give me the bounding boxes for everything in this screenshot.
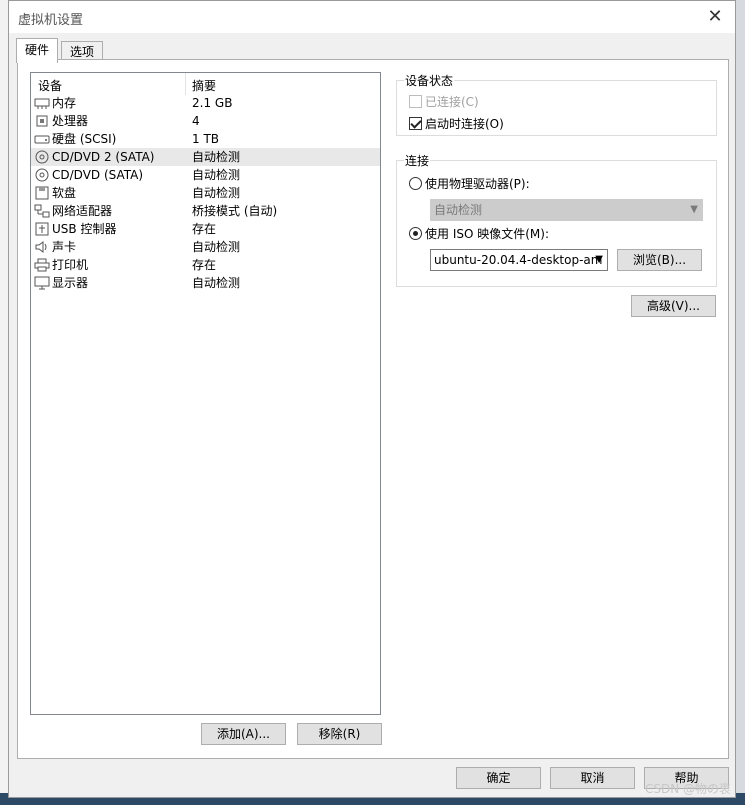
- device-row[interactable]: 网络适配器 桥接模式 (自动): [31, 202, 380, 220]
- physical-drive-select: 自动检测 ▼: [430, 199, 703, 221]
- add-button[interactable]: 添加(A)...: [201, 723, 286, 745]
- physical-drive-value: 自动检测: [434, 203, 483, 217]
- device-summary: 自动检测: [192, 168, 241, 182]
- iso-image-radio[interactable]: [409, 227, 422, 240]
- device-list[interactable]: 设备 摘要 内存 2.1 GB 处理器 4 硬盘 (SCSI) 1 TB CD/DVD 2 …: [30, 72, 381, 715]
- cd-dvd-icon: [34, 168, 50, 182]
- device-name: 网络适配器: [52, 204, 113, 218]
- device-name: 内存: [52, 96, 77, 110]
- device-name: CD/DVD (SATA): [52, 168, 144, 182]
- connect-at-power-on-row[interactable]: 启动时连接(O): [409, 115, 504, 133]
- connect-at-power-on-label: 启动时连接(O): [425, 117, 504, 131]
- column-divider[interactable]: [185, 73, 186, 95]
- physical-drive-label: 使用物理驱动器(P):: [425, 177, 530, 191]
- connected-label: 已连接(C): [425, 95, 479, 109]
- device-row[interactable]: 内存 2.1 GB: [31, 94, 380, 112]
- connected-checkbox-row[interactable]: 已连接(C): [409, 93, 479, 111]
- usb-icon: [34, 222, 50, 236]
- connect-at-power-on-checkbox[interactable]: [409, 117, 422, 130]
- hardware-panel: 设备 摘要 内存 2.1 GB 处理器 4 硬盘 (SCSI) 1 TB CD/DVD 2 …: [17, 59, 729, 759]
- device-row[interactable]: 声卡 自动检测: [31, 238, 380, 256]
- device-summary: 自动检测: [192, 240, 241, 254]
- device-name: CD/DVD 2 (SATA): [52, 150, 155, 164]
- device-row[interactable]: USB 控制器 存在: [31, 220, 380, 238]
- device-row[interactable]: CD/DVD (SATA) 自动检测: [31, 166, 380, 184]
- device-summary: 1 TB: [192, 132, 220, 146]
- chevron-down-icon: ▼: [690, 204, 698, 215]
- connected-checkbox[interactable]: [409, 95, 422, 108]
- device-row[interactable]: 显示器 自动检测: [31, 274, 380, 292]
- device-summary: 自动检测: [192, 276, 241, 290]
- device-row[interactable]: CD/DVD 2 (SATA) 自动检测: [31, 148, 380, 166]
- device-name: 打印机: [52, 258, 89, 272]
- device-name: 声卡: [52, 240, 77, 254]
- device-rows: 内存 2.1 GB 处理器 4 硬盘 (SCSI) 1 TB CD/DVD 2 (SATA)…: [31, 94, 380, 292]
- browse-button[interactable]: 浏览(B)...: [617, 249, 702, 271]
- device-row[interactable]: 硬盘 (SCSI) 1 TB: [31, 130, 380, 148]
- printer-icon: [34, 258, 50, 272]
- iso-path-select[interactable]: ubuntu-20.04.4-desktop-am ▼: [430, 249, 608, 271]
- window-title: 虚拟机设置: [18, 13, 84, 28]
- network-adapter-icon: [34, 204, 50, 218]
- cancel-button[interactable]: 取消: [550, 767, 635, 789]
- floppy-icon: [34, 186, 50, 200]
- device-name: 软盘: [52, 186, 77, 200]
- close-icon[interactable]: ✕: [701, 5, 729, 29]
- iso-image-row[interactable]: 使用 ISO 映像文件(M):: [409, 225, 549, 243]
- device-name: 处理器: [52, 114, 89, 128]
- sound-card-icon: [34, 240, 50, 254]
- advanced-button[interactable]: 高级(V)...: [631, 295, 716, 317]
- device-status-title: 设备状态: [404, 72, 455, 89]
- title-bar: 虚拟机设置 ✕: [9, 1, 735, 33]
- list-header: 设备 摘要: [31, 73, 380, 95]
- device-summary: 存在: [192, 222, 217, 236]
- hard-disk-icon: [34, 132, 50, 146]
- tab-options[interactable]: 选项: [61, 41, 104, 61]
- device-summary: 存在: [192, 258, 217, 272]
- physical-drive-row[interactable]: 使用物理驱动器(P):: [409, 175, 530, 193]
- device-summary: 自动检测: [192, 186, 241, 200]
- connection-group: 连接 使用物理驱动器(P): 自动检测 ▼ 使用 ISO 映像文件(M): ub…: [396, 152, 717, 287]
- device-summary: 自动检测: [192, 150, 241, 164]
- connection-title: 连接: [404, 152, 431, 169]
- device-summary: 桥接模式 (自动): [192, 204, 278, 218]
- iso-path-value: ubuntu-20.04.4-desktop-am: [434, 253, 603, 267]
- tab-hardware[interactable]: 硬件: [16, 38, 59, 63]
- column-header-device[interactable]: 设备: [38, 77, 62, 94]
- vm-settings-dialog: 虚拟机设置 ✕ 硬件 选项 设备 摘要 内存 2.1 GB 处理器 4 硬盘 (SCSI…: [8, 0, 736, 798]
- device-row[interactable]: 打印机 存在: [31, 256, 380, 274]
- ok-button[interactable]: 确定: [456, 767, 541, 789]
- device-status-group: 设备状态 已连接(C) 启动时连接(O): [396, 72, 717, 136]
- device-name: 显示器: [52, 276, 89, 290]
- display-icon: [34, 276, 50, 290]
- memory-icon: [34, 96, 50, 110]
- remove-button[interactable]: 移除(R): [297, 723, 382, 745]
- device-summary: 4: [192, 114, 200, 128]
- iso-image-label: 使用 ISO 映像文件(M):: [425, 227, 549, 241]
- chevron-down-icon[interactable]: ▼: [595, 250, 603, 270]
- device-summary: 2.1 GB: [192, 96, 233, 110]
- physical-drive-radio[interactable]: [409, 177, 422, 190]
- device-name: USB 控制器: [52, 222, 117, 236]
- watermark: CSDN @物の衷: [644, 782, 731, 796]
- processor-icon: [34, 114, 50, 128]
- device-name: 硬盘 (SCSI): [52, 132, 117, 146]
- cd-dvd-icon: [34, 150, 50, 164]
- column-header-summary[interactable]: 摘要: [192, 77, 216, 94]
- device-row[interactable]: 软盘 自动检测: [31, 184, 380, 202]
- device-row[interactable]: 处理器 4: [31, 112, 380, 130]
